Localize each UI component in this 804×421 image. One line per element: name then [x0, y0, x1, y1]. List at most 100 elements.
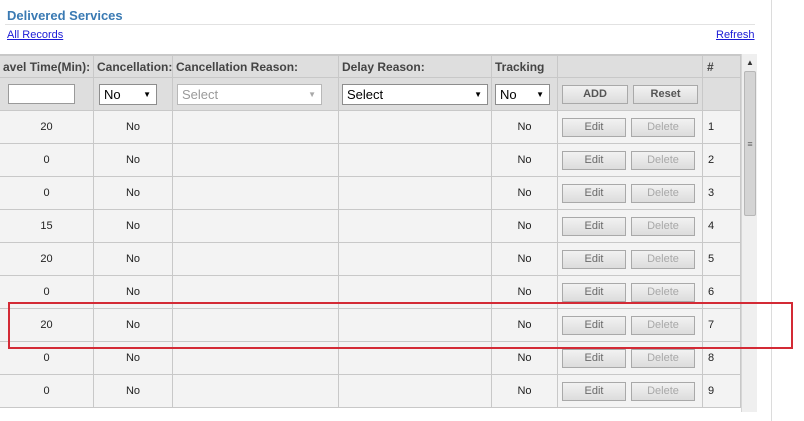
edit-button[interactable]: Edit	[562, 282, 626, 302]
row-actions: Edit Delete	[558, 216, 702, 236]
cell-index: 9	[702, 374, 741, 408]
cancellation-reason-filter-select[interactable]: Select ▼	[177, 83, 322, 105]
table-row: 20 No No Edit Delete 1	[0, 110, 741, 144]
delete-button[interactable]: Delete	[631, 183, 695, 203]
delete-button[interactable]: Delete	[631, 348, 695, 368]
tracking-filter-select[interactable]: No ▼	[495, 83, 550, 105]
cell-index: 8	[702, 341, 741, 375]
delay-reason-filter-select[interactable]: Select ▼	[342, 83, 488, 105]
cancellation-filter-select[interactable]: No ▼	[99, 83, 157, 105]
cell-cancellation-reason	[172, 242, 339, 276]
cell-cancellation-reason	[172, 110, 339, 144]
cell-index: 3	[702, 176, 741, 210]
delete-button[interactable]: Delete	[631, 381, 695, 401]
cell-delay-reason	[338, 341, 492, 375]
cell-travel-time: 0	[0, 341, 94, 375]
cell-delay-reason	[338, 242, 492, 276]
cell-tracking: No	[491, 143, 558, 177]
cell-actions: Edit Delete	[557, 275, 703, 309]
filter-cell-actions: ADD Reset	[557, 77, 703, 111]
cell-actions: Edit Delete	[557, 308, 703, 342]
table-row: 0 No No Edit Delete 3	[0, 176, 741, 210]
cell-cancellation: No	[93, 209, 173, 243]
filter-row: No ▼ Select ▼ Select ▼ No ▼ ADD Reset	[0, 77, 741, 111]
cell-actions: Edit Delete	[557, 209, 703, 243]
cell-cancellation-reason	[172, 275, 339, 309]
cell-cancellation-reason	[172, 209, 339, 243]
panel-right-border	[771, 0, 772, 421]
delete-button[interactable]: Delete	[631, 315, 695, 335]
table-row: 0 No No Edit Delete 6	[0, 275, 741, 309]
cell-delay-reason	[338, 275, 492, 309]
cell-actions: Edit Delete	[557, 374, 703, 408]
col-header-tracking[interactable]: Tracking	[491, 55, 558, 78]
cell-delay-reason	[338, 209, 492, 243]
cell-travel-time: 0	[0, 275, 94, 309]
cell-index: 5	[702, 242, 741, 276]
filter-cell-index	[702, 77, 741, 111]
title-divider	[5, 24, 755, 25]
cell-tracking: No	[491, 242, 558, 276]
edit-button[interactable]: Edit	[562, 249, 626, 269]
edit-button[interactable]: Edit	[562, 117, 626, 137]
col-header-cancellation[interactable]: Cancellation:	[93, 55, 173, 78]
cell-cancellation: No	[93, 374, 173, 408]
row-actions: Edit Delete	[558, 315, 702, 335]
cell-delay-reason	[338, 374, 492, 408]
reset-button[interactable]: Reset	[633, 84, 698, 104]
cancellation-reason-placeholder: Select	[182, 86, 219, 102]
filter-cell-delay-reason: Select ▼	[338, 77, 492, 111]
cell-tracking: No	[491, 275, 558, 309]
cell-tracking: No	[491, 374, 558, 408]
col-header-travel-time[interactable]: avel Time(Min):	[0, 55, 94, 78]
delete-button[interactable]: Delete	[631, 216, 695, 236]
cell-cancellation: No	[93, 341, 173, 375]
delete-button[interactable]: Delete	[631, 117, 695, 137]
edit-button[interactable]: Edit	[562, 216, 626, 236]
header-row: avel Time(Min): Cancellation: Cancellati…	[0, 55, 741, 78]
delete-button[interactable]: Delete	[631, 282, 695, 302]
delay-reason-filter-value: Select	[347, 86, 384, 102]
edit-button[interactable]: Edit	[562, 381, 626, 401]
tracking-filter-value: No	[500, 86, 517, 102]
table-row: 0 No No Edit Delete 2	[0, 143, 741, 177]
scroll-thumb[interactable]: ≡	[744, 71, 756, 216]
edit-button[interactable]: Edit	[562, 183, 626, 203]
table-row: 20 No No Edit Delete 5	[0, 242, 741, 276]
all-records-link[interactable]: All Records	[7, 29, 63, 41]
cell-tracking: No	[491, 308, 558, 342]
cell-cancellation: No	[93, 242, 173, 276]
cell-index: 6	[702, 275, 741, 309]
scroll-grip-icon: ≡	[747, 138, 753, 149]
delete-button[interactable]: Delete	[631, 249, 695, 269]
panel-title: Delivered Services	[7, 8, 123, 23]
add-button[interactable]: ADD	[562, 84, 628, 104]
row-actions: Edit Delete	[558, 282, 702, 302]
cell-actions: Edit Delete	[557, 110, 703, 144]
cell-cancellation-reason	[172, 143, 339, 177]
cell-tracking: No	[491, 110, 558, 144]
filter-actions: ADD Reset	[558, 84, 702, 104]
cell-cancellation: No	[93, 176, 173, 210]
cell-actions: Edit Delete	[557, 242, 703, 276]
cell-delay-reason	[338, 308, 492, 342]
table-row: 0 No No Edit Delete 9	[0, 374, 741, 408]
cell-travel-time: 0	[0, 374, 94, 408]
scroll-up-arrow-icon[interactable]: ▲	[742, 54, 758, 70]
cell-travel-time: 20	[0, 242, 94, 276]
col-header-delay-reason[interactable]: Delay Reason:	[338, 55, 492, 78]
cell-travel-time: 20	[0, 110, 94, 144]
edit-button[interactable]: Edit	[562, 348, 626, 368]
edit-button[interactable]: Edit	[562, 150, 626, 170]
cell-cancellation: No	[93, 143, 173, 177]
col-header-index: #	[702, 55, 741, 78]
filter-cell-cancellation: No ▼	[93, 77, 173, 111]
col-header-cancellation-reason[interactable]: Cancellation Reason:	[172, 55, 339, 78]
delete-button[interactable]: Delete	[631, 150, 695, 170]
vertical-scrollbar[interactable]: ▲ ≡	[741, 54, 757, 412]
refresh-link[interactable]: Refresh	[716, 29, 755, 41]
row-actions: Edit Delete	[558, 348, 702, 368]
travel-time-filter-input[interactable]	[8, 84, 75, 104]
table-row: 15 No No Edit Delete 4	[0, 209, 741, 243]
edit-button[interactable]: Edit	[562, 315, 626, 335]
